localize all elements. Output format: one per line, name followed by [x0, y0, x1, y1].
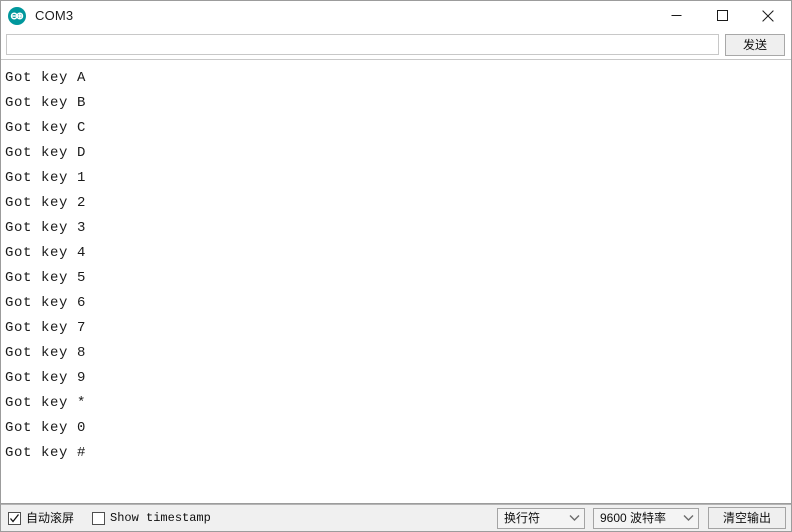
checkmark-icon [10, 513, 20, 523]
send-row: 发送 [1, 30, 791, 59]
send-input[interactable] [6, 34, 719, 55]
baud-rate-value: 9600 波特率 [600, 510, 667, 525]
serial-output-area[interactable]: Got key A Got key B Got key C Got key D Got … [1, 59, 791, 504]
line-ending-select[interactable]: 换行符 [497, 507, 585, 529]
chevron-down-icon [569, 515, 580, 521]
serial-output-line: Got key B [5, 95, 87, 111]
clear-output-button[interactable]: 清空输出 [708, 507, 786, 529]
serial-output-line: Got key 5 [5, 270, 87, 286]
show-timestamp-checkbox-box [92, 511, 106, 525]
serial-output-line: Got key 4 [5, 245, 87, 261]
maximize-button[interactable] [699, 1, 745, 30]
title-bar-left: COM3 [1, 6, 74, 25]
serial-output-line: Got key 2 [5, 195, 87, 211]
minimize-button[interactable] [653, 1, 699, 30]
serial-output-lines: Got key A Got key B Got key C Got key D Got … [5, 66, 791, 466]
title-bar: COM3 [1, 1, 791, 30]
serial-output-line: Got key C [5, 120, 87, 136]
line-ending-value: 换行符 [504, 510, 541, 525]
autoscroll-checkbox[interactable]: 自动滚屏 [8, 511, 74, 525]
serial-output-line: Got key 6 [5, 295, 87, 311]
window-title: COM3 [35, 7, 74, 23]
serial-output-line: Got key A [5, 70, 87, 86]
serial-output-line: Got key # [5, 445, 87, 461]
chevron-down-icon [683, 515, 694, 521]
close-icon [762, 9, 774, 22]
close-button[interactable] [745, 1, 791, 30]
serial-output-line: Got key 9 [5, 370, 87, 386]
baud-rate-select[interactable]: 9600 波特率 [593, 507, 699, 529]
show-timestamp-checkbox[interactable]: Show timestamp [92, 511, 211, 525]
arduino-logo-icon [8, 6, 26, 25]
maximize-icon [716, 10, 728, 21]
status-bar: 自动滚屏 Show timestamp 换行符 9600 波特率 清空输出 [1, 504, 791, 531]
show-timestamp-label: Show timestamp [110, 511, 211, 525]
autoscroll-label: 自动滚屏 [26, 511, 75, 525]
serial-output-line: Got key 7 [5, 320, 87, 336]
window-controls [653, 1, 791, 30]
serial-output-line: Got key 3 [5, 220, 87, 236]
serial-output-line: Got key 0 [5, 420, 87, 436]
serial-output-line: Got key * [5, 395, 87, 411]
minimize-icon [671, 15, 681, 16]
autoscroll-checkbox-box [8, 511, 21, 525]
serial-output-line: Got key 1 [5, 170, 87, 186]
serial-output-line: Got key D [5, 145, 87, 161]
serial-output-line: Got key 8 [5, 345, 87, 361]
serial-monitor-window: COM3 发送 Got key A Got key B Got key C Go… [0, 0, 792, 532]
send-button[interactable]: 发送 [725, 33, 785, 56]
